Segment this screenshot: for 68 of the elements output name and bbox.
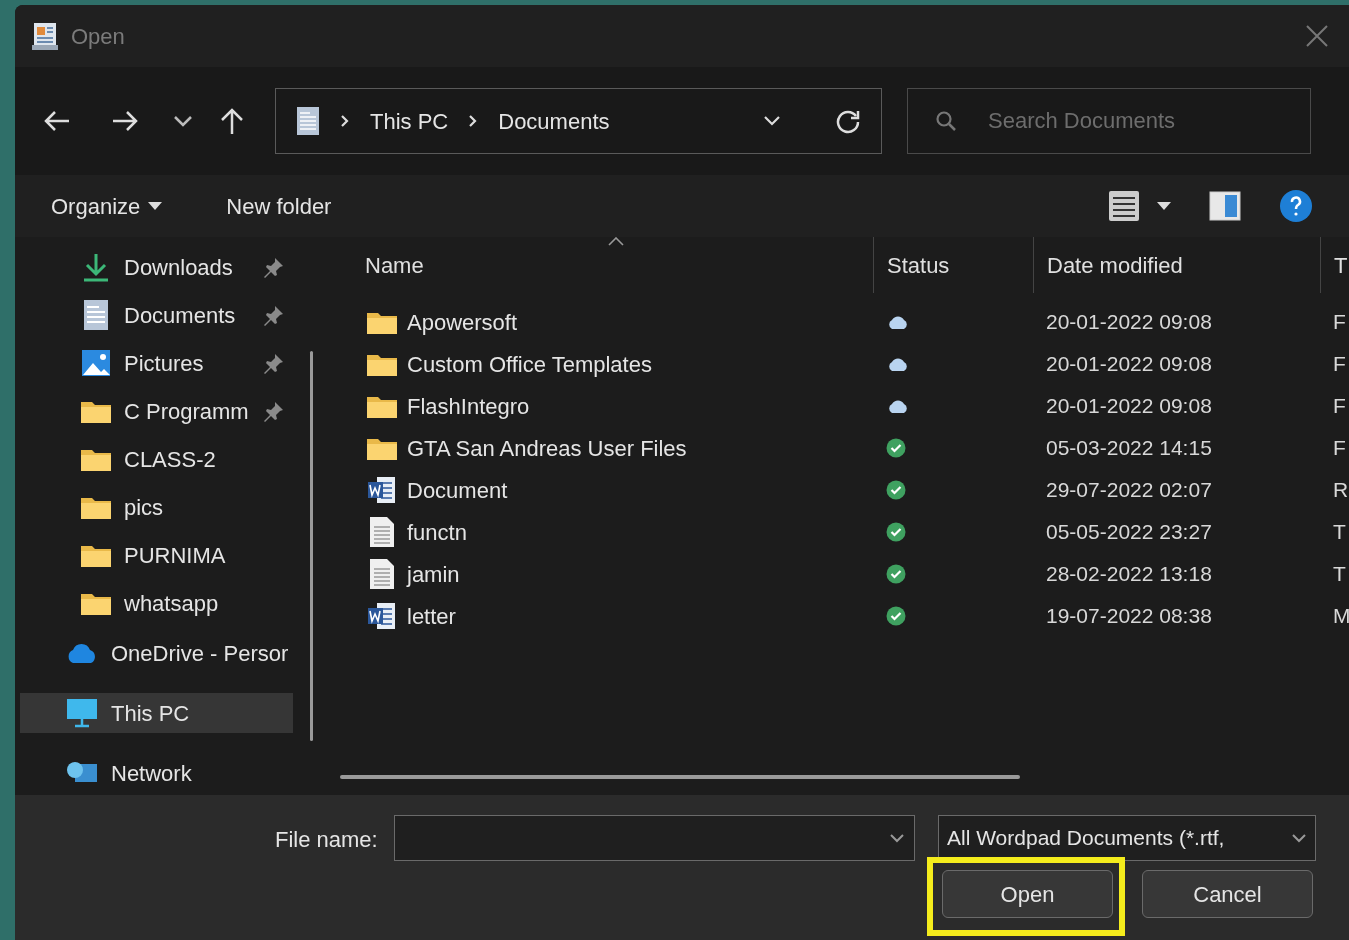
file-row[interactable]: Document 29-07-2022 02:07 R: [365, 469, 1349, 511]
text-file-icon: [369, 516, 395, 548]
file-row[interactable]: Custom Office Templates 20-01-2022 09:08 F: [365, 343, 1349, 385]
sidebar-item[interactable]: Documents: [20, 291, 325, 339]
help-icon[interactable]: [1279, 189, 1313, 223]
sidebar-item[interactable]: C Programm: [20, 387, 325, 435]
new-folder-button[interactable]: New folder: [226, 189, 332, 223]
search-field[interactable]: Search Documents: [907, 88, 1311, 154]
breadcrumb[interactable]: Documents: [498, 104, 610, 138]
chevron-down-icon[interactable]: [173, 115, 193, 127]
sidebar-item[interactable]: CLASS-2: [20, 435, 325, 483]
column-header[interactable]: Status: [887, 248, 950, 282]
column-header[interactable]: T: [1334, 248, 1348, 282]
file-row[interactable]: jamin 28-02-2022 13:18 T: [365, 553, 1349, 595]
cancel-button[interactable]: Cancel: [1142, 870, 1313, 918]
organize-menu-button[interactable]: Organize: [51, 189, 163, 223]
wordpad-icon: [31, 21, 59, 51]
sidebar-item[interactable]: This PC: [20, 693, 293, 733]
open-button[interactable]: Open: [942, 870, 1113, 918]
pin-icon[interactable]: [263, 256, 285, 278]
computer-icon: [66, 698, 98, 728]
sidebar-item[interactable]: Network: [20, 753, 293, 793]
address-bar[interactable]: This PC Documents: [275, 88, 882, 154]
up-arrow-icon[interactable]: [219, 107, 245, 135]
caret-icon[interactable]: [1157, 202, 1171, 210]
file-row[interactable]: GTA San Andreas User Files 05-03-2022 14:15 F: [365, 427, 1349, 469]
file-row[interactable]: letter 19-07-2022 08:38 M: [365, 595, 1349, 637]
horizontal-scrollbar[interactable]: [340, 775, 1020, 779]
pin-icon[interactable]: [263, 304, 285, 326]
sidebar-item[interactable]: Pictures: [20, 339, 325, 387]
sidebar-item[interactable]: pics: [20, 483, 325, 531]
file-type-dropdown[interactable]: All Wordpad Documents (*.rtf,: [938, 815, 1316, 861]
sidebar-item[interactable]: OneDrive - Persor: [20, 633, 293, 673]
refresh-icon[interactable]: [835, 108, 861, 134]
pin-icon[interactable]: [263, 352, 285, 374]
list-view-icon[interactable]: [1107, 189, 1141, 223]
pictures-icon: [81, 349, 111, 377]
sidebar-item[interactable]: whatsapp: [20, 579, 325, 627]
file-name-field[interactable]: [394, 815, 915, 861]
preview-pane-icon[interactable]: [1209, 191, 1241, 221]
word-document-icon: [367, 601, 397, 631]
forward-arrow-icon[interactable]: [111, 109, 139, 133]
close-icon[interactable]: [1305, 24, 1329, 48]
back-arrow-icon[interactable]: [43, 109, 71, 133]
sidebar-item[interactable]: Downloads: [20, 243, 325, 291]
pin-icon[interactable]: [263, 400, 285, 422]
text-file-icon: [369, 558, 395, 590]
chevron-right-icon: [340, 114, 350, 128]
window-title: Open: [71, 22, 125, 51]
file-row[interactable]: FlashIntegro 20-01-2022 09:08 F: [365, 385, 1349, 427]
caret-icon: [148, 202, 163, 210]
word-document-icon: [367, 475, 397, 505]
chevron-down-icon[interactable]: [889, 833, 905, 843]
sidebar-item[interactable]: PURNIMA: [20, 531, 325, 579]
breadcrumb[interactable]: This PC: [370, 104, 449, 138]
column-header[interactable]: Date modified: [1047, 248, 1183, 282]
chevron-right-icon: [468, 114, 479, 128]
download-icon: [82, 252, 110, 282]
file-name-label: File name:: [275, 826, 378, 854]
file-row[interactable]: Apowersoft 20-01-2022 09:08 F: [365, 301, 1349, 343]
search-icon: [935, 110, 957, 132]
sort-ascending-icon: [608, 237, 624, 246]
file-row[interactable]: functn 05-05-2022 23:27 T: [365, 511, 1349, 553]
chevron-down-icon: [1291, 833, 1307, 843]
document-icon: [296, 106, 320, 136]
scrollbar[interactable]: [310, 351, 313, 741]
column-header[interactable]: Name: [365, 248, 424, 282]
document-icon: [83, 299, 109, 331]
